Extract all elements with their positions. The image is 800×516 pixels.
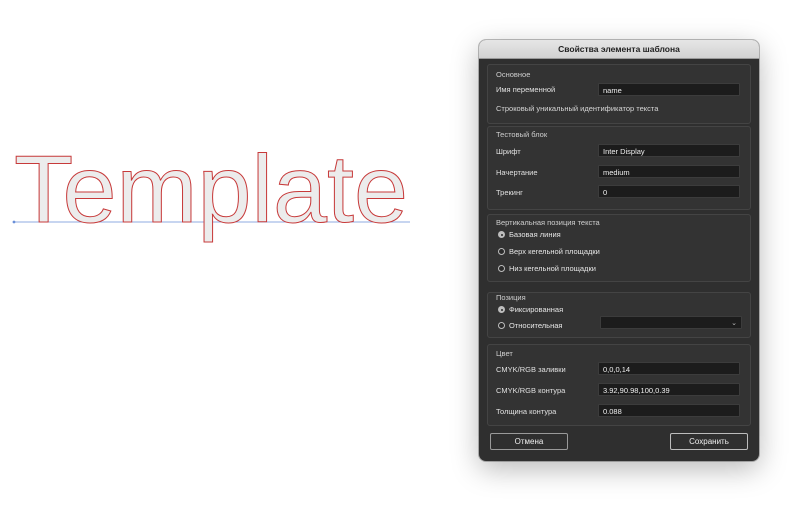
group-position-label: Позиция — [496, 293, 526, 302]
group-position: Позиция Фиксированная Относительная ⌄ — [487, 292, 751, 338]
radio-baseline-label: Базовая линия — [509, 230, 561, 239]
radio-relative-indicator[interactable] — [498, 322, 505, 329]
radio-relative-label: Относительная — [509, 321, 563, 330]
group-color: Цвет CMYK/RGB заливки 0,0,0,14 CMYK/RGB … — [487, 344, 751, 426]
group-text-block: Тестовый блок Шрифт Inter Display Начерт… — [487, 126, 751, 210]
group-text-block-label: Тестовый блок — [496, 130, 548, 139]
template-text: Template — [14, 136, 408, 243]
radio-em-top-label: Верх кегельной площадки — [509, 247, 600, 256]
radio-fixed[interactable]: Фиксированная — [498, 305, 563, 314]
save-button[interactable]: Сохранить — [670, 433, 748, 450]
group-color-label: Цвет — [496, 349, 513, 358]
template-text-svg[interactable]: Template — [0, 0, 470, 300]
var-name-input[interactable]: name — [598, 83, 740, 96]
radio-em-bottom[interactable]: Низ кегельной площадки — [498, 264, 596, 273]
var-name-description: Строковый уникальный идентификатор текст… — [496, 104, 659, 113]
radio-relative[interactable]: Относительная — [498, 321, 562, 330]
radio-em-top-indicator[interactable] — [498, 248, 505, 255]
template-element-properties-dialog: Свойства элемента шаблона Основное Имя п… — [479, 40, 759, 461]
canvas-area: Template — [0, 0, 470, 300]
group-vertical-position-label: Вертикальная позиция текста — [496, 218, 600, 227]
dialog-title: Свойства элемента шаблона — [479, 40, 759, 59]
group-basic: Основное Имя переменной name Строковый у… — [487, 64, 751, 124]
stroke-color-label: CMYK/RGB контура — [496, 386, 566, 395]
stroke-width-label: Толщина контура — [496, 407, 557, 416]
font-label: Шрифт — [496, 147, 521, 156]
font-input[interactable]: Inter Display — [598, 144, 740, 157]
stroke-width-input[interactable]: 0.088 — [598, 404, 740, 417]
fill-color-label: CMYK/RGB заливки — [496, 365, 566, 374]
var-name-label: Имя переменной — [496, 85, 556, 94]
radio-fixed-label: Фиксированная — [509, 305, 564, 314]
radio-em-bottom-label: Низ кегельной площадки — [509, 264, 596, 273]
cancel-button[interactable]: Отмена — [490, 433, 568, 450]
relative-select[interactable]: ⌄ — [600, 316, 742, 329]
radio-em-bottom-indicator[interactable] — [498, 265, 505, 272]
tracking-input[interactable]: 0 — [598, 185, 740, 198]
style-input[interactable]: medium — [598, 165, 740, 178]
radio-fixed-indicator[interactable] — [498, 306, 505, 313]
fill-color-input[interactable]: 0,0,0,14 — [598, 362, 740, 375]
radio-baseline[interactable]: Базовая линия — [498, 230, 561, 239]
style-label: Начертание — [496, 168, 538, 177]
chevron-down-icon: ⌄ — [731, 320, 737, 327]
group-basic-label: Основное — [496, 70, 531, 79]
tracking-label: Трекинг — [496, 188, 523, 197]
radio-em-top[interactable]: Верх кегельной площадки — [498, 247, 600, 256]
group-vertical-position: Вертикальная позиция текста Базовая лини… — [487, 214, 751, 282]
stroke-color-input[interactable]: 3.92,90.98,100,0.39 — [598, 383, 740, 396]
radio-baseline-indicator[interactable] — [498, 231, 505, 238]
